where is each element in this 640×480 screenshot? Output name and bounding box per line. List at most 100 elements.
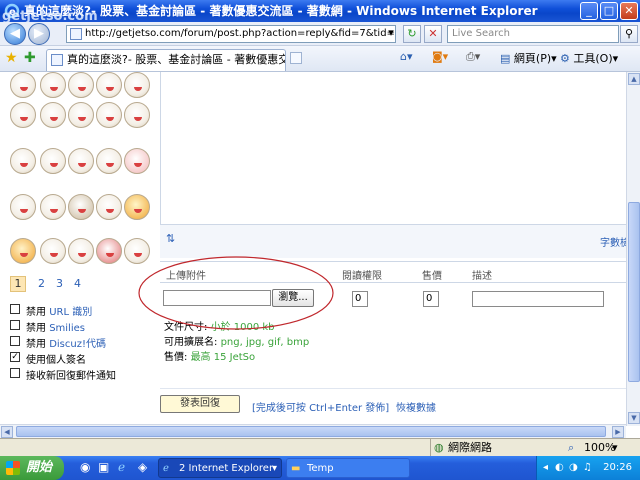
search-icon[interactable]: ⚲ (620, 25, 638, 43)
taskbar-ie-label: 2 Internet Explorer (179, 463, 274, 474)
smiley-icon[interactable] (40, 148, 66, 174)
start-button[interactable]: 開始 (0, 456, 64, 480)
word-count-link[interactable]: 字數檢 (600, 234, 626, 249)
quicklaunch-icon[interactable]: ▣ (98, 460, 109, 474)
restore-data-link[interactable]: 恢複數據 (396, 399, 436, 414)
zoom-level[interactable]: 100% (584, 439, 615, 456)
page-menu[interactable]: ▤ 網頁(P)▾ (500, 50, 557, 66)
smiley-icon[interactable] (68, 194, 94, 220)
price-input[interactable]: 0 (423, 291, 439, 307)
permission-input[interactable]: 0 (352, 291, 368, 307)
smiley-icon[interactable] (40, 194, 66, 220)
smiley-icon[interactable] (10, 72, 36, 98)
smiley-icon[interactable] (124, 194, 150, 220)
tray-icon[interactable]: ◂ (543, 456, 548, 480)
address-toolbar: ◀ ▶ http://getjetso.com/forum/post.php?a… (0, 22, 640, 46)
smiley-icon[interactable] (40, 72, 66, 98)
smilies-page-2[interactable]: 2 (38, 277, 45, 290)
address-field[interactable]: http://getjetso.com/forum/post.php?actio… (66, 25, 396, 43)
taskbar-temp-label: Temp (307, 463, 334, 474)
col-permission: 閱讀權限 (342, 271, 382, 282)
refresh-icon[interactable]: ↻ (403, 25, 421, 43)
clock[interactable]: 20:26 (603, 462, 632, 473)
taskbar-temp-item[interactable]: ▬ Temp (286, 458, 410, 478)
smiley-icon[interactable] (10, 238, 36, 264)
tab-current[interactable]: 真的這麼淡?- 股票、基金討論區 - 著數優惠交流... (46, 49, 286, 71)
quicklaunch-ie-icon[interactable]: ℯ (118, 460, 125, 474)
smiley-icon[interactable] (96, 194, 122, 220)
favorites-star-icon[interactable]: ★ (5, 50, 18, 66)
submit-hint: [完成後可按 Ctrl+Enter 發佈] (252, 403, 390, 414)
smiley-icon[interactable] (68, 238, 94, 264)
page-icon (70, 28, 82, 40)
option-checkbox[interactable] (10, 304, 20, 314)
close-button[interactable]: ✕ (620, 2, 638, 20)
tools-menu[interactable]: ⚙ 工具(O)▾ (560, 50, 618, 66)
tray-icon[interactable]: ◑ (569, 456, 578, 480)
add-favorite-icon[interactable]: ✚ (24, 50, 36, 66)
smiley-icon[interactable] (10, 148, 36, 174)
editor-textarea[interactable] (160, 72, 626, 224)
vertical-scroll-thumb[interactable] (628, 202, 640, 382)
tools-menu-label: 工具(O) (573, 52, 613, 65)
scroll-up-icon[interactable]: ▲ (628, 73, 640, 85)
smiley-icon[interactable] (96, 238, 122, 264)
horizontal-scrollbar[interactable]: ◀ ▶ (0, 424, 626, 438)
editor-resize-icon[interactable]: ⇅ (166, 232, 175, 245)
option-checkbox[interactable] (10, 336, 20, 346)
smiley-icon[interactable] (96, 102, 122, 128)
minimize-button[interactable]: _ (580, 2, 598, 20)
zoom-dropdown-icon[interactable]: ▾ (612, 439, 618, 456)
quicklaunch-icon[interactable]: ◉ (80, 460, 90, 474)
smiley-icon[interactable] (40, 238, 66, 264)
price-info: 售價: 最高 15 JetSo (164, 352, 256, 363)
quicklaunch-icon[interactable]: ◈ (138, 460, 147, 474)
feeds-icon[interactable]: ◙▾ (432, 50, 448, 63)
smilies-page-4[interactable]: 4 (74, 277, 81, 290)
scroll-left-icon[interactable]: ◀ (1, 426, 13, 438)
new-tab-button[interactable] (290, 52, 302, 64)
status-bar: ◍ 網際網路 ⌕ 100% ▾ (0, 438, 640, 456)
zoom-icon[interactable]: ⌕ (568, 439, 574, 456)
scroll-right-icon[interactable]: ▶ (612, 426, 624, 438)
smiley-icon[interactable] (96, 72, 122, 98)
smiley-icon[interactable] (124, 148, 150, 174)
smiley-icon[interactable] (96, 148, 122, 174)
home-icon[interactable]: ⌂▾ (400, 50, 413, 63)
back-button[interactable]: ◀ (4, 23, 26, 45)
scroll-down-icon[interactable]: ▼ (628, 412, 640, 424)
smiley-icon[interactable] (68, 102, 94, 128)
smiley-icon[interactable] (68, 72, 94, 98)
submit-reply-button[interactable]: 發表回復 (160, 395, 240, 413)
smiley-icon[interactable] (124, 72, 150, 98)
option-label: 接收新回復郵件通知 (26, 371, 116, 382)
stop-icon[interactable]: ✕ (424, 25, 442, 43)
option-checkbox[interactable] (10, 320, 20, 330)
smiley-icon[interactable] (10, 194, 36, 220)
option-checkbox-checked[interactable]: ✓ (10, 352, 20, 362)
address-dropdown-icon[interactable]: ▾ (384, 25, 398, 43)
option-checkbox[interactable] (10, 368, 20, 378)
print-icon[interactable]: ⎙▾ (466, 50, 480, 64)
smilies-page-1[interactable]: 1 (10, 276, 26, 292)
maximize-button[interactable]: □ (600, 2, 618, 20)
start-label: 開始 (26, 460, 53, 475)
tab-page-icon (51, 54, 63, 66)
smiley-icon[interactable] (124, 102, 150, 128)
horizontal-scroll-thumb[interactable] (16, 426, 606, 437)
tray-icon[interactable]: ◐ (555, 456, 564, 480)
status-divider (430, 439, 431, 456)
smiley-icon[interactable] (10, 102, 36, 128)
taskbar-ie-item[interactable]: ℯ 2 Internet Explorer ▾ (158, 458, 282, 478)
smilies-page-3[interactable]: 3 (56, 277, 63, 290)
tray-icon[interactable]: ♫ (583, 456, 592, 480)
description-input[interactable] (472, 291, 604, 307)
forward-button[interactable]: ▶ (28, 23, 50, 45)
editor-footer: ⇅ 字數檢 (160, 224, 626, 258)
option-label: 禁用 Smilies (26, 323, 85, 334)
taskbar: 開始 ◉ ▣ ℯ ◈ ℯ 2 Internet Explorer ▾ ▬ Tem… (0, 456, 640, 480)
search-input[interactable]: Live Search (447, 25, 619, 43)
vertical-scrollbar[interactable]: ▲ ▼ (626, 72, 640, 426)
smiley-icon[interactable] (68, 148, 94, 174)
smiley-icon[interactable] (40, 102, 66, 128)
